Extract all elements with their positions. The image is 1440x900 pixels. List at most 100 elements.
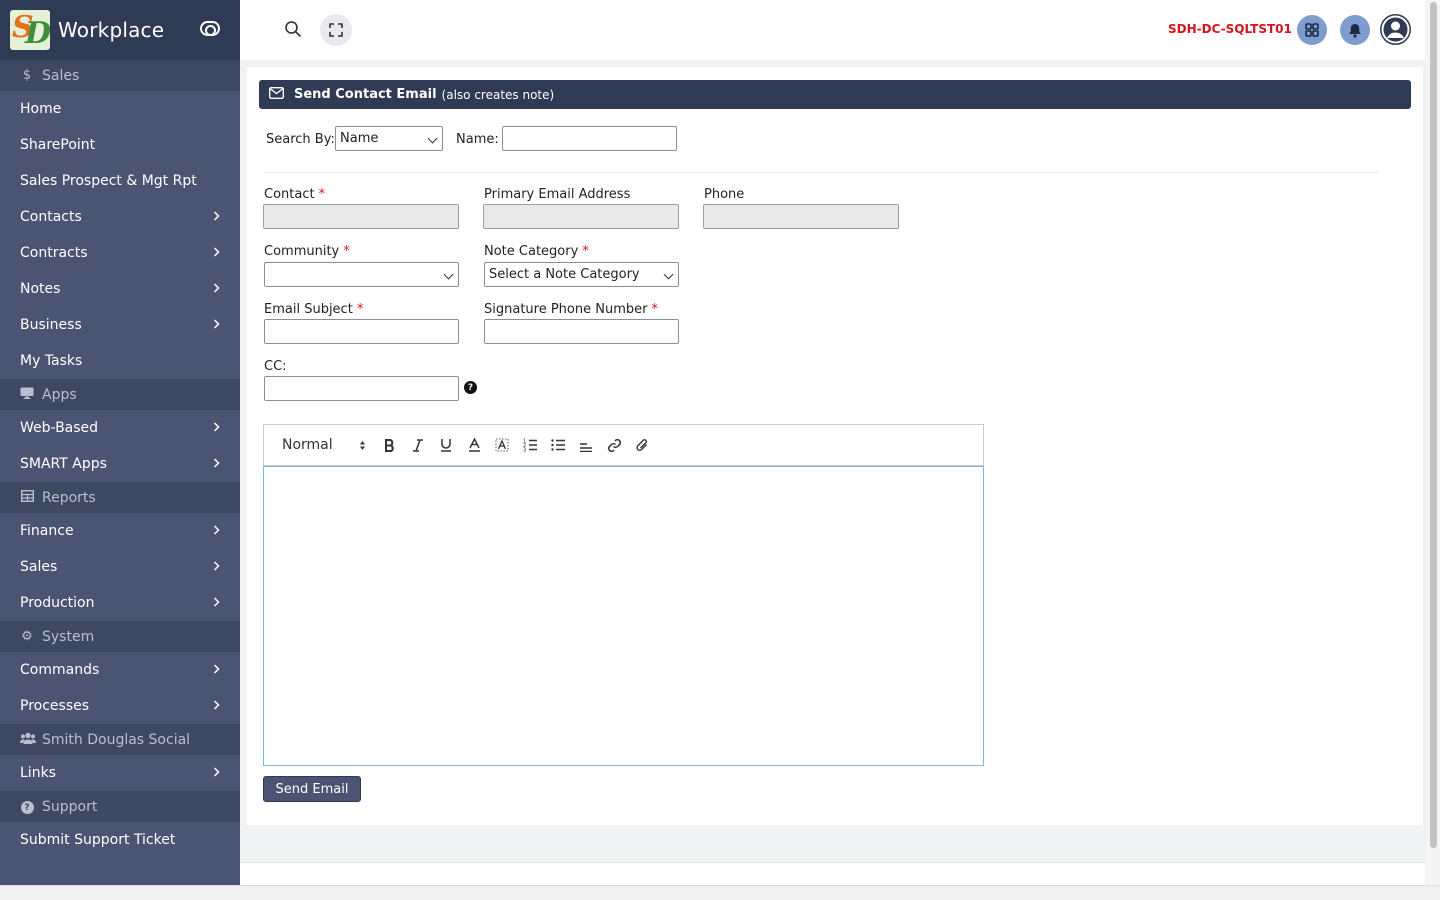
horizontal-scrollbar[interactable] bbox=[0, 885, 1440, 900]
primary-email-input bbox=[483, 204, 679, 229]
user-avatar-icon[interactable] bbox=[1380, 14, 1411, 45]
sidebar-section-label: Smith Douglas Social bbox=[42, 731, 191, 748]
sidebar-item-label: Links bbox=[20, 765, 56, 781]
gear-icon: ⚙ bbox=[21, 629, 33, 644]
sidebar-item-label: Web-Based bbox=[20, 420, 99, 436]
sidebar-item-contracts[interactable]: Contracts bbox=[0, 235, 240, 271]
sidebar-item-commands[interactable]: Commands bbox=[0, 652, 240, 688]
email-subject-input[interactable] bbox=[264, 319, 459, 344]
cc-input[interactable] bbox=[264, 376, 459, 401]
sidebar-item-business[interactable]: Business bbox=[0, 307, 240, 343]
heading-format-value: Normal bbox=[282, 437, 333, 453]
chevron-right-icon bbox=[213, 456, 220, 472]
sidebar-section-sales: $ Sales bbox=[0, 60, 240, 91]
italic-icon[interactable] bbox=[404, 433, 432, 457]
sidebar-section-label: Apps bbox=[42, 386, 77, 403]
attachment-icon[interactable] bbox=[628, 433, 656, 457]
help-icon[interactable]: ? bbox=[464, 381, 477, 394]
email-form-card: Send Contact Email (also creates note) S… bbox=[247, 67, 1423, 825]
bold-icon[interactable] bbox=[376, 433, 404, 457]
sidebar-menu: $ Sales Home SharePoint Sales Prospect & Mgt… bbox=[0, 60, 240, 858]
sidebar-item-sales-prospect-mgt-rpt[interactable]: Sales Prospect & Mgt Rpt bbox=[0, 163, 240, 199]
sidebar-toggle-icon[interactable] bbox=[200, 21, 220, 36]
sidebar-item-links[interactable]: Links bbox=[0, 755, 240, 791]
sidebar-item-label: Commands bbox=[20, 662, 100, 678]
footer bbox=[240, 862, 1425, 885]
note-category-select[interactable]: Select a Note Category bbox=[484, 262, 679, 287]
bullet-list-icon[interactable] bbox=[544, 433, 572, 457]
signature-phone-input[interactable] bbox=[484, 319, 679, 344]
search-icon[interactable] bbox=[284, 20, 302, 38]
sidebar-item-label: Contracts bbox=[20, 245, 88, 261]
sidebar-item-smart-apps[interactable]: SMART Apps bbox=[0, 446, 240, 482]
sidebar-item-production[interactable]: Production bbox=[0, 585, 240, 621]
notifications-bell-icon[interactable] bbox=[1340, 15, 1370, 45]
sidebar-item-my-tasks[interactable]: My Tasks bbox=[0, 343, 240, 379]
sidebar-section-reports: Reports bbox=[0, 482, 240, 513]
background-color-icon[interactable] bbox=[488, 433, 516, 457]
heading-format-select[interactable]: Normal bbox=[282, 437, 366, 453]
primary-email-label: Primary Email Address bbox=[484, 187, 631, 202]
community-select[interactable] bbox=[264, 262, 459, 287]
divider bbox=[263, 172, 1379, 173]
required-asterisk: * bbox=[318, 187, 326, 202]
sidebar-section-label: Reports bbox=[42, 489, 96, 506]
note-category-value: Select a Note Category bbox=[489, 267, 640, 282]
chevron-right-icon bbox=[213, 245, 220, 261]
email-body-editor[interactable] bbox=[263, 466, 984, 766]
chevron-right-icon bbox=[213, 209, 220, 225]
updown-icon bbox=[360, 440, 365, 450]
required-asterisk: * bbox=[582, 244, 589, 259]
sidebar-item-notes[interactable]: Notes bbox=[0, 271, 240, 307]
sidebar-item-label: SMART Apps bbox=[20, 456, 107, 472]
app-name: Workplace bbox=[58, 18, 165, 42]
users-icon bbox=[20, 732, 36, 748]
text-color-icon[interactable] bbox=[460, 433, 488, 457]
chevron-right-icon bbox=[213, 662, 220, 678]
sidebar-item-processes[interactable]: Processes bbox=[0, 688, 240, 724]
sidebar-item-label: Finance bbox=[20, 523, 74, 539]
sidebar-item-submit-support-ticket[interactable]: Submit Support Ticket bbox=[0, 822, 240, 858]
required-asterisk: * bbox=[356, 302, 364, 317]
align-icon[interactable] bbox=[572, 433, 600, 457]
chevron-right-icon bbox=[213, 698, 220, 714]
sidebar-item-label: Contacts bbox=[20, 209, 82, 225]
signature-phone-label: Signature Phone Number * bbox=[484, 302, 658, 317]
vertical-scrollbar[interactable] bbox=[1426, 0, 1440, 885]
community-label: Community * bbox=[264, 244, 350, 259]
contact-input bbox=[263, 204, 459, 229]
sidebar-item-web-based[interactable]: Web-Based bbox=[0, 410, 240, 446]
apps-grid-icon[interactable] bbox=[1297, 15, 1327, 45]
chevron-right-icon bbox=[213, 595, 220, 611]
sidebar-item-contacts[interactable]: Contacts bbox=[0, 199, 240, 235]
sidebar-item-sales[interactable]: Sales bbox=[0, 549, 240, 585]
monitor-icon bbox=[20, 387, 34, 403]
email-subject-label: Email Subject * bbox=[264, 302, 364, 317]
send-email-button[interactable]: Send Email bbox=[263, 776, 361, 802]
chevron-right-icon bbox=[213, 281, 220, 297]
fullscreen-icon[interactable] bbox=[320, 14, 352, 46]
required-asterisk: * bbox=[343, 244, 350, 259]
sidebar: SD Workplace $ Sales Home SharePoint Sales P… bbox=[0, 0, 240, 885]
chevron-right-icon bbox=[213, 420, 220, 436]
topbar: SDH-DC-SQLTST01 bbox=[240, 0, 1425, 60]
link-icon[interactable] bbox=[600, 433, 628, 457]
name-input[interactable] bbox=[502, 126, 677, 151]
dollar-icon: $ bbox=[22, 68, 32, 83]
underline-icon[interactable] bbox=[432, 433, 460, 457]
sidebar-section-apps: Apps bbox=[0, 379, 240, 410]
required-asterisk: * bbox=[651, 302, 658, 317]
cc-label: CC: bbox=[264, 359, 287, 374]
sidebar-section-label: Support bbox=[42, 798, 98, 815]
sidebar-section-support: ? Support bbox=[0, 791, 240, 822]
sidebar-item-label: Home bbox=[20, 101, 62, 117]
search-by-select[interactable]: Name bbox=[335, 126, 443, 151]
sidebar-item-sharepoint[interactable]: SharePoint bbox=[0, 127, 240, 163]
contact-label: Contact * bbox=[264, 187, 326, 202]
sidebar-section-system: ⚙ System bbox=[0, 621, 240, 652]
sidebar-item-home[interactable]: Home bbox=[0, 91, 240, 127]
scrollbar-thumb[interactable] bbox=[1430, 2, 1437, 848]
chevron-right-icon bbox=[213, 523, 220, 539]
ordered-list-icon[interactable]: 123 bbox=[516, 433, 544, 457]
sidebar-item-finance[interactable]: Finance bbox=[0, 513, 240, 549]
